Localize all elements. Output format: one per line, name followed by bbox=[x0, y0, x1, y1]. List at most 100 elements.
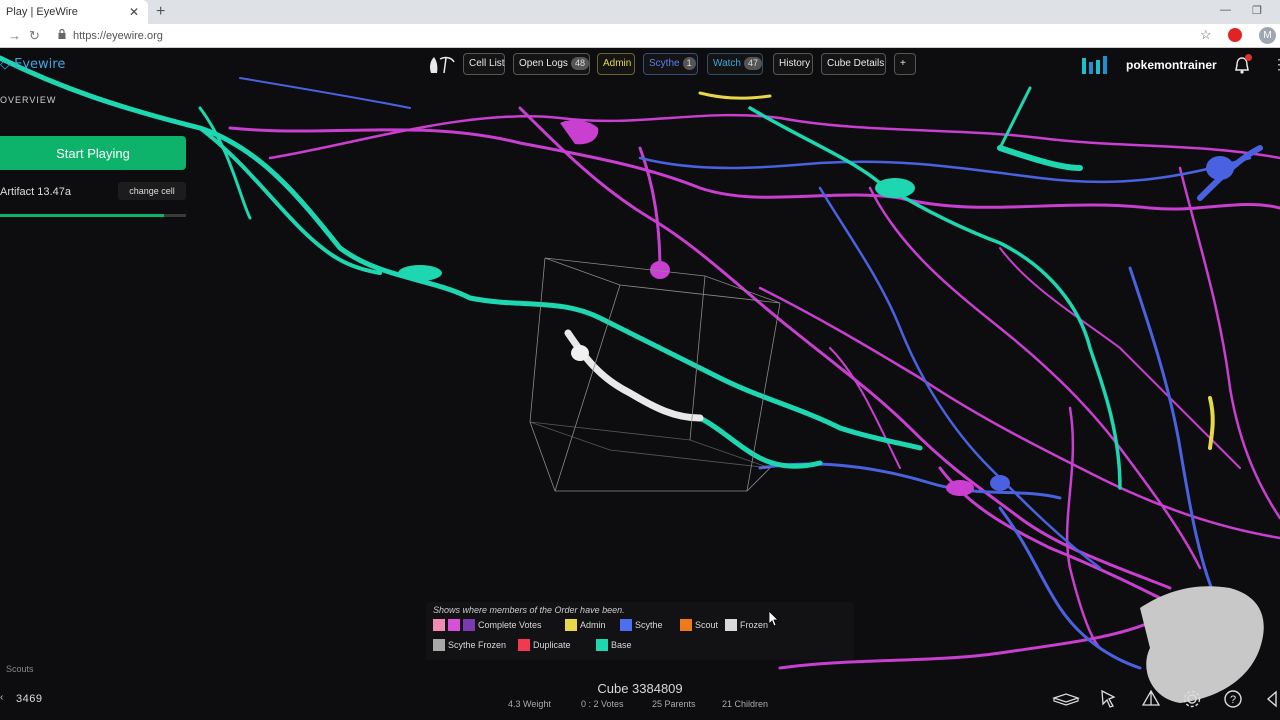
settings-gear-icon[interactable] bbox=[1181, 688, 1203, 710]
neuron-branch bbox=[239, 77, 411, 109]
legend-swatch bbox=[518, 639, 530, 651]
help-icon[interactable]: ? bbox=[1222, 688, 1244, 710]
toolbar-button-cell-list[interactable]: Cell List bbox=[463, 53, 505, 75]
neuron-branch bbox=[1178, 166, 1280, 520]
cube-view-icon[interactable] bbox=[1052, 688, 1080, 710]
collapse-arrow-icon[interactable]: ‹ bbox=[0, 692, 3, 703]
legend-item-duplicate: Duplicate bbox=[518, 639, 571, 651]
logo-text: Eyewire bbox=[14, 57, 66, 72]
toolbar-button-watch[interactable]: Watch 47 bbox=[707, 53, 763, 75]
neuron-branch bbox=[1065, 406, 1102, 650]
legend-label: Admin bbox=[580, 620, 606, 630]
cube-weight: 4.3 Weight bbox=[508, 699, 551, 709]
overview-heading: OVERVIEW bbox=[0, 95, 57, 105]
neuron-soma bbox=[398, 265, 442, 281]
neuron-base bbox=[198, 126, 382, 275]
cube-title: Cube 3384809 bbox=[597, 681, 683, 696]
reload-icon[interactable]: ↻ bbox=[29, 28, 40, 44]
toolbar-count-badge: 1 bbox=[682, 57, 696, 70]
toolbar-add-button[interactable]: + bbox=[894, 53, 916, 75]
toolbar-button-label: + bbox=[900, 58, 906, 69]
toolbar-count-badge: 47 bbox=[743, 57, 762, 70]
toolbar-button-scythe[interactable]: Scythe 1 bbox=[643, 53, 698, 75]
legend-swatch bbox=[448, 619, 460, 631]
forward-icon[interactable]: → bbox=[8, 28, 21, 43]
artifact-label: Artifact 13.47a bbox=[0, 186, 71, 198]
neuron-branch bbox=[758, 462, 1062, 500]
neuron-base bbox=[0, 55, 923, 451]
eyewire-logo[interactable]: ◇ Eyewire bbox=[0, 57, 65, 72]
neuron-branch bbox=[638, 156, 1252, 184]
collapse-panel-icon[interactable] bbox=[1262, 688, 1280, 710]
neuron-base bbox=[997, 145, 1083, 171]
cell-progress-bar bbox=[0, 214, 186, 217]
svg-text:?: ? bbox=[1230, 694, 1236, 706]
browser-tab-bar: Play | EyeWire ✕ + — ❐ bbox=[0, 0, 1280, 24]
cube-votes: 0 : 2 Votes bbox=[581, 699, 624, 709]
cube-children[interactable]: 21 Children bbox=[722, 699, 768, 709]
restore-button[interactable]: ❐ bbox=[1252, 4, 1262, 17]
menu-icon[interactable]: ⋮ bbox=[1272, 56, 1280, 73]
legend-swatch bbox=[565, 619, 577, 631]
eyewire-logo-icon: ◇ bbox=[0, 57, 10, 72]
address-bar: → ↻ https://eyewire.org ☆ M bbox=[0, 24, 1280, 48]
profile-avatar[interactable]: M bbox=[1259, 27, 1276, 44]
legend-swatch bbox=[433, 639, 445, 651]
neuron-branch bbox=[1128, 266, 1222, 610]
toolbar-button-label: Cell List bbox=[469, 58, 505, 69]
magenta-soma bbox=[946, 480, 974, 496]
toolbar-button-history[interactable]: History bbox=[773, 53, 813, 75]
legend-swatch bbox=[433, 619, 445, 631]
legend-item-admin: Admin bbox=[565, 619, 606, 631]
legend-item-scout: Scout bbox=[680, 619, 718, 631]
extension-icon[interactable] bbox=[1228, 28, 1242, 42]
bookmark-star-icon[interactable]: ☆ bbox=[1200, 27, 1212, 43]
legend-swatch bbox=[463, 619, 475, 631]
legend-item-complete-votes: Complete Votes bbox=[433, 619, 542, 631]
legend-label: Duplicate bbox=[533, 640, 571, 650]
legend-swatch bbox=[596, 639, 608, 651]
toolbar-count-badge: 48 bbox=[570, 57, 589, 70]
neuron-branch bbox=[638, 146, 662, 275]
change-cell-button[interactable]: change cell bbox=[118, 182, 186, 200]
game-viewport[interactable]: ◇ Eyewire OVERVIEW Start Playing Artifac… bbox=[0, 48, 1280, 720]
legend-label: Scythe bbox=[635, 620, 663, 630]
neuron-branch bbox=[938, 466, 1182, 610]
stats-bars-icon[interactable] bbox=[1082, 56, 1108, 74]
toolbar-button-admin[interactable]: Admin bbox=[597, 53, 635, 75]
neuron-base bbox=[198, 106, 252, 220]
browser-tab[interactable]: Play | EyeWire ✕ bbox=[0, 0, 148, 24]
toolbar-button-open-logs[interactable]: Open Logs 48 bbox=[513, 53, 590, 75]
minimize-button[interactable]: — bbox=[1220, 4, 1231, 16]
legend-label: Frozen bbox=[740, 620, 769, 630]
toolbar-button-label: Watch bbox=[713, 58, 741, 69]
cube-parents[interactable]: 25 Parents bbox=[652, 699, 696, 709]
new-tab-button[interactable]: + bbox=[156, 3, 165, 21]
legend-swatch bbox=[725, 619, 737, 631]
start-playing-button[interactable]: Start Playing bbox=[0, 136, 186, 170]
legend-label: Base bbox=[611, 640, 632, 650]
legend-item-scythe: Scythe bbox=[620, 619, 663, 631]
toolbar-button-label: History bbox=[779, 58, 811, 69]
toolbar-button-label: Cube Details bbox=[827, 58, 885, 69]
legend-item-scythe-frozen: Scythe Frozen bbox=[433, 639, 506, 651]
cube-wireframe bbox=[529, 257, 781, 492]
username[interactable]: pokemontrainer bbox=[1126, 58, 1217, 72]
reaper-icon[interactable] bbox=[426, 55, 456, 75]
url-field[interactable]: https://eyewire.org bbox=[73, 30, 163, 42]
mouse-cursor-icon bbox=[769, 611, 779, 627]
tab-close-icon[interactable]: ✕ bbox=[129, 5, 139, 19]
toolbar-button-cube-details[interactable]: Cube Details bbox=[821, 53, 886, 75]
pyramid-icon[interactable] bbox=[1140, 688, 1162, 710]
current-cube-segment bbox=[564, 329, 704, 422]
toolbar-button-label: Open Logs bbox=[519, 58, 568, 69]
blue-soma bbox=[1206, 156, 1234, 180]
neuron-base bbox=[998, 86, 1032, 150]
legend-label: Complete Votes bbox=[478, 620, 542, 630]
cursor-tool-icon[interactable] bbox=[1098, 688, 1120, 710]
lock-icon bbox=[58, 29, 66, 39]
legend-swatch bbox=[620, 619, 632, 631]
magenta-soma bbox=[560, 120, 599, 145]
neuron-admin bbox=[698, 91, 772, 100]
neuron-soma bbox=[875, 178, 915, 198]
